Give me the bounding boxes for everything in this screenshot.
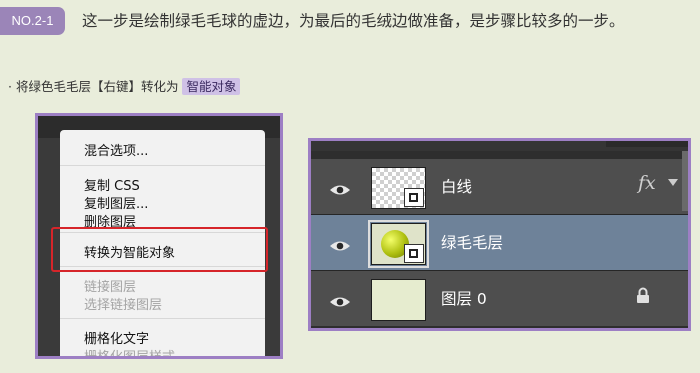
layer-name[interactable]: 图层 0 xyxy=(441,287,487,309)
thumbnail-selection-frame xyxy=(368,220,429,268)
layer-row-green-fur[interactable]: 绿毛毛层 xyxy=(311,215,688,270)
menu-item-duplicate-layer[interactable]: 复制图层... xyxy=(84,193,148,212)
eye-icon[interactable] xyxy=(329,237,351,256)
fx-icon[interactable]: fx xyxy=(638,172,656,194)
menu-item-rasterize-type[interactable]: 栅格化文字 xyxy=(84,328,149,347)
instruction-highlight: 智能对象 xyxy=(182,78,241,95)
expand-arrow-icon[interactable] xyxy=(668,179,678,186)
instruction-text: · 将绿色毛毛层【右键】转化为 智能对象 xyxy=(8,76,241,95)
menu-separator xyxy=(60,318,265,319)
layer-row-layer-0[interactable]: 图层 0 xyxy=(311,271,688,326)
layer-name[interactable]: 绿毛毛层 xyxy=(441,231,503,253)
menu-item-link-layers: 链接图层 xyxy=(84,280,137,295)
panel-tab-strip xyxy=(606,141,688,147)
step-title: 这一步是绘制绿毛毛球的虚边，为最后的毛绒边做准备，是步骤比较多的一步。 xyxy=(82,12,625,30)
layer-row-white-line[interactable]: 白线 fx xyxy=(311,159,688,214)
panel-scrollbar[interactable] xyxy=(682,151,688,211)
lock-icon xyxy=(636,287,650,308)
menu-item-rasterize-layer-style: 栅格化图层样式 xyxy=(84,350,176,359)
smart-object-icon xyxy=(404,188,424,207)
menu-item-select-linked-layers: 选择链接图层 xyxy=(84,298,163,313)
eye-icon[interactable] xyxy=(329,293,351,312)
red-highlight-box xyxy=(51,227,268,272)
layer-thumbnail xyxy=(371,167,426,209)
layer-name[interactable]: 白线 xyxy=(441,175,472,197)
eye-icon[interactable] xyxy=(329,181,351,200)
instruction-prefix: · 将绿色毛毛层【右键】转化为 xyxy=(8,79,179,94)
step-badge: NO.2-1 xyxy=(0,7,65,35)
layer-thumbnail xyxy=(371,279,426,321)
menu-item-copy-css[interactable]: 复制 CSS xyxy=(84,175,140,194)
layers-panel-screenshot: 白线 fx 绿毛毛层 图层 0 xyxy=(308,138,691,331)
menu-item-blending-options[interactable]: 混合选项... xyxy=(84,140,148,159)
menu-separator xyxy=(60,165,265,166)
context-menu-screenshot: 混合选项... 复制 CSS 复制图层... 删除图层 转换为智能对象 链接图层… xyxy=(35,113,283,359)
